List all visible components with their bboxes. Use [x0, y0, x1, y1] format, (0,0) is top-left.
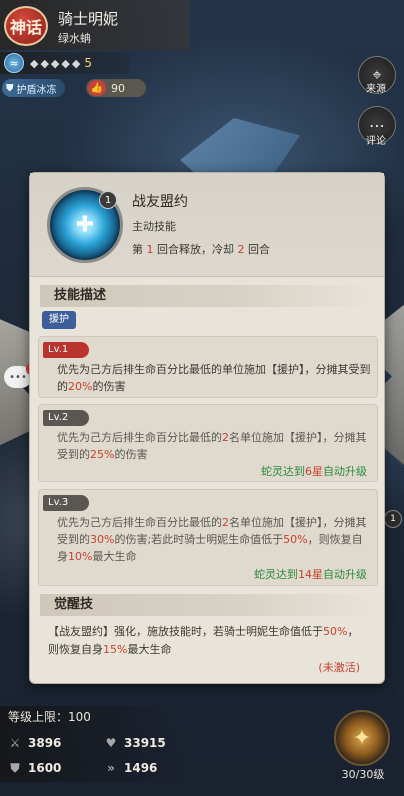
- skill-description-title: 技能描述: [40, 285, 376, 307]
- level-value: 2: [222, 431, 229, 444]
- level-text: 的伤害: [114, 448, 148, 461]
- awaken-description: 【战友盟约】强化，施放技能时，若骑士明妮生命值低于50%，则恢复自身15%最大生…: [48, 623, 364, 659]
- star-count: 5: [84, 56, 92, 70]
- skill-cooldown: 第 1 回合释放，冷却 2 回合: [132, 241, 270, 257]
- source-label: 来源: [366, 84, 386, 95]
- wave-icon: ≈: [4, 53, 24, 73]
- like-button[interactable]: 👍 90: [86, 79, 146, 97]
- compass-star-icon: ✦: [352, 725, 372, 751]
- level-value: 10%: [68, 550, 93, 563]
- like-count: 90: [111, 81, 125, 95]
- skill-level-1: Lv.1 优先为己方后排生命百分比最低的单位施加【援护】，分摊其受到的20%的伤…: [38, 336, 378, 398]
- level-text: 优先为己方后排生命百分比最低的: [57, 431, 222, 444]
- shield-icon: ⛊: [6, 82, 14, 94]
- level-cap: 等级上限：100: [0, 706, 190, 728]
- level-badge: Lv.3: [43, 495, 89, 511]
- stat-hp: ♥ 33915: [104, 733, 166, 753]
- level-text: 的伤害;若此时骑士明妮生命值低于: [114, 533, 284, 546]
- awaken-text: 最大生命: [127, 643, 172, 656]
- upgrade-condition: 蛇灵达到6星自动升级: [261, 463, 367, 479]
- level-description: 优先为己方后排生命百分比最低的2名单位施加【援护】，分摊其受到的25%的伤害: [57, 429, 373, 463]
- attack-value: 3896: [28, 736, 62, 750]
- rarity-badge: 神话: [4, 6, 48, 46]
- awaken-compass-button[interactable]: ✦: [334, 710, 390, 766]
- level-text: 优先为己方后排生命百分比最低的: [57, 516, 222, 529]
- chat-dots-icon: •••: [9, 371, 27, 383]
- awaken-value: 15%: [103, 643, 128, 656]
- upgrade-star: 6星: [305, 465, 323, 478]
- cooldown-text: 第: [132, 243, 147, 256]
- hero-subtitle: 绿水蚺: [58, 32, 91, 45]
- level-value: 2: [222, 516, 229, 529]
- level-badge: Lv.2: [43, 410, 89, 426]
- upgrade-text: 蛇灵达到: [254, 568, 298, 581]
- shield-icon: ⛊: [10, 760, 20, 775]
- star-row: ≈ ◆◆◆◆◆ 5: [0, 52, 130, 74]
- level-badge: Lv.1: [43, 342, 89, 358]
- compass-progress: 30/30级: [341, 768, 385, 781]
- speed-value: 1496: [124, 761, 158, 775]
- upgrade-text: 蛇灵达到: [261, 465, 305, 478]
- level-value: 20%: [68, 380, 93, 393]
- skill-level-3: Lv.3 优先为己方后排生命百分比最低的2名单位施加【援护】，分摊其受到的30%…: [38, 489, 378, 586]
- stat-defense: ⛊ 1600: [8, 758, 61, 778]
- skill-tag-assist: 援护: [42, 311, 76, 329]
- shield-cross-icon: ✚: [75, 212, 95, 238]
- awaken-value: 50%: [323, 625, 348, 638]
- skill-level-badge: 1: [99, 191, 117, 209]
- upgrade-condition: 蛇灵达到14星自动升级: [254, 566, 367, 582]
- sword-icon: ⚔: [9, 736, 21, 750]
- skill-name: 战友盟约: [132, 194, 188, 210]
- defense-value: 1600: [28, 761, 62, 775]
- heart-icon: ♥: [105, 736, 117, 750]
- level-value: 25%: [90, 448, 115, 461]
- level-text: 最大生命: [92, 550, 137, 563]
- cooldown-text: 回合: [244, 243, 270, 256]
- comment-label: 评论: [366, 136, 386, 147]
- upgrade-text: 自动升级: [323, 568, 367, 581]
- awaken-text: 【战友盟约】强化，施放技能时，若骑士明妮生命值低于: [48, 625, 323, 638]
- trait-label: 护盾冰冻: [16, 84, 57, 96]
- level-description: 优先为己方后排生命百分比最低的2名单位施加【援护】，分摊其受到的30%的伤害;若…: [57, 514, 373, 565]
- level-value: 30%: [90, 533, 115, 546]
- trait-tag[interactable]: ⛊ 护盾冰冻: [2, 79, 65, 97]
- level-value: 50%: [283, 533, 308, 546]
- hp-value: 33915: [124, 736, 166, 750]
- skill-level-2: Lv.2 优先为己方后排生命百分比最低的2名单位施加【援护】，分摊其受到的25%…: [38, 404, 378, 482]
- stat-speed: » 1496: [104, 758, 157, 778]
- hero-name: 骑士明妮: [58, 10, 119, 28]
- cooldown-value: 2: [237, 243, 245, 256]
- upgrade-text: 自动升级: [323, 465, 367, 478]
- upgrade-star: 14星: [298, 568, 323, 581]
- cooldown-first-round: 1: [146, 243, 154, 256]
- stat-attack: ⚔ 3896: [8, 733, 62, 753]
- speed-icon: »: [107, 761, 115, 775]
- level-description: 优先为己方后排生命百分比最低的单位施加【援护】，分摊其受到的20%的伤害: [57, 361, 373, 395]
- skill-detail-panel: ✚ 1 战友盟约 主动技能 第 1 回合释放，冷却 2 回合 技能描述 援护 L…: [29, 172, 385, 684]
- thumbs-up-icon: 👍: [88, 80, 106, 96]
- awaken-status: (未激活): [318, 661, 360, 674]
- star-icons: ◆◆◆◆◆: [30, 56, 83, 70]
- right-count-badge: 1: [384, 510, 402, 528]
- level-text: 的伤害: [92, 380, 126, 393]
- skill-type: 主动技能: [132, 220, 176, 233]
- cooldown-text: 回合释放，冷却: [153, 243, 238, 256]
- awaken-skill-title: 觉醒技: [40, 594, 376, 616]
